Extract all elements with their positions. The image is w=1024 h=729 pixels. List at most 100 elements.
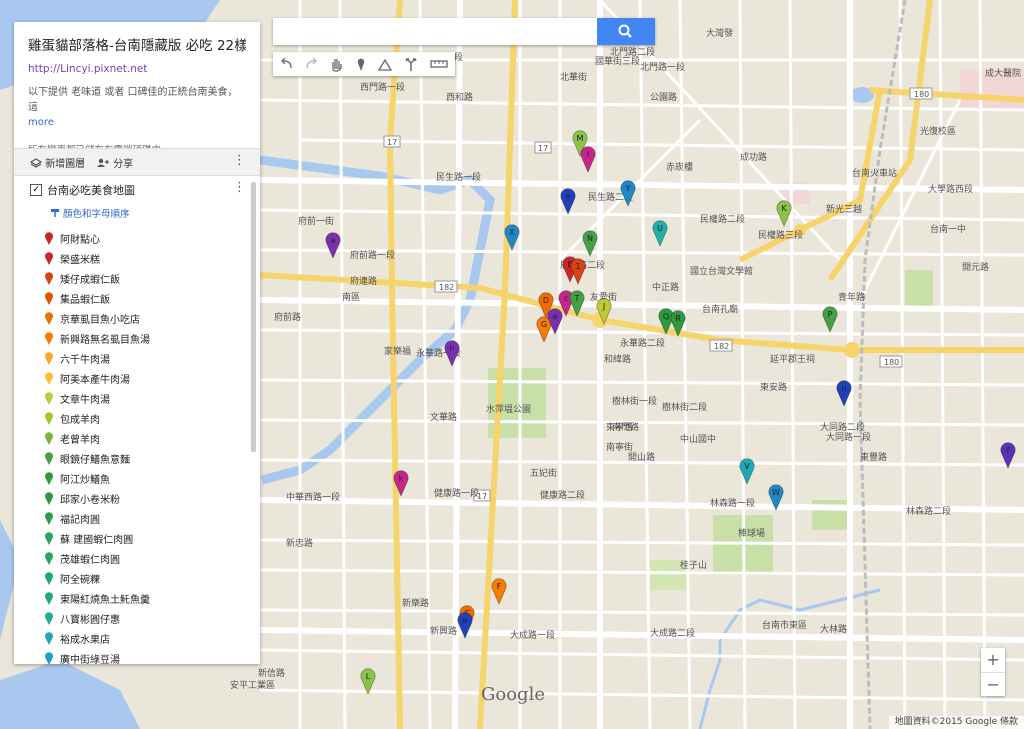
panel-more-icon[interactable]: ⋮ (233, 153, 246, 169)
add-marker-button[interactable] (349, 54, 373, 74)
map-street-label: 西和路 (446, 91, 473, 103)
map-pin-icon (45, 512, 53, 525)
place-name: 東陽紅燒魚土魠魚羹 (60, 595, 150, 606)
park-area (905, 270, 933, 308)
draw-line-icon (377, 58, 393, 71)
map-marker-letter: X (509, 228, 515, 237)
map-marker-letter: Y (625, 184, 631, 193)
map-marker-letter: J (602, 302, 605, 311)
more-link[interactable]: more (28, 117, 54, 128)
google-logo: Google (481, 684, 545, 705)
zoom-out-button[interactable]: − (981, 672, 1005, 697)
map-street-label: 新忠路 (286, 537, 313, 549)
map-street-label: 台南孔廟 (702, 303, 738, 315)
search-input[interactable] (279, 22, 593, 42)
svg-text:180: 180 (884, 358, 899, 367)
map-pin-icon (45, 252, 53, 265)
map-street-label: 台南火車站 (852, 167, 897, 179)
place-name: 文章牛肉湯 (60, 395, 110, 406)
map-pin-icon (45, 612, 53, 625)
map-street-label: 新興路 (430, 625, 457, 637)
map-marker-letter: Q (663, 312, 669, 321)
map-street-label: 台南一中 (930, 223, 966, 235)
add-layer-button[interactable]: 新增圖層 (29, 155, 85, 170)
map-pin-icon (45, 632, 53, 645)
map-pin-icon (45, 432, 53, 445)
map-pin-icon (45, 412, 53, 425)
search-icon (618, 24, 632, 38)
map-attribution[interactable]: 地圖資料©2015 Google 條款 (888, 716, 1024, 729)
svg-text:17: 17 (538, 144, 548, 153)
draw-line-button[interactable] (373, 54, 397, 74)
svg-text:180: 180 (914, 90, 929, 99)
map-street-label: 府前一街 (298, 215, 334, 227)
map-title[interactable]: 雞蛋貓部落格-台南隱藏版 必吃 22樣... (28, 34, 246, 54)
map-marker-letter: I (587, 150, 589, 159)
map-street-label: 南寧街 (606, 441, 633, 453)
map-street-label: 中華西路一段 (286, 491, 340, 503)
map-marker-letter: T (574, 294, 580, 303)
map-marker-letter: f (1007, 446, 1010, 455)
map-street-label: 公園路 (650, 91, 677, 103)
map-pin-icon (45, 352, 53, 365)
search-box[interactable] (273, 18, 655, 45)
map-street-label: 文華路 (430, 411, 457, 423)
map-street-label: 大成路二段 (650, 627, 695, 639)
svg-text:182: 182 (439, 283, 454, 292)
map-pin-icon (45, 592, 53, 605)
redo-icon (306, 57, 318, 69)
place-name: 福記肉圓 (60, 515, 100, 526)
panel-actions: 新增圖層 分享 ⋮ (14, 148, 260, 176)
layers-icon (29, 158, 43, 168)
redo-button[interactable] (299, 54, 323, 74)
map-marker-letter: h (449, 344, 454, 353)
layer-checkbox[interactable]: ✓ (30, 184, 42, 196)
place-name: 茂雄蝦仁肉圓 (60, 555, 120, 566)
pan-tool-button[interactable] (325, 54, 349, 74)
map-marker-letter: n (841, 384, 846, 393)
map-street-label: 民權路二段 (700, 213, 745, 225)
measure-button[interactable] (427, 54, 451, 74)
map-street-label: 中正路 (652, 281, 679, 293)
map-marker-letter: e (553, 312, 558, 321)
blog-link[interactable]: http://Lincyi.pixnet.net (28, 63, 246, 75)
map-pin-icon (45, 372, 53, 385)
map-street-label: 成功路 (740, 151, 767, 163)
panel-scrollbar[interactable] (251, 182, 256, 452)
map-pin-icon (45, 572, 53, 585)
undo-button[interactable] (275, 54, 299, 74)
map-street-label: 大灣發 (706, 27, 733, 39)
map-pin-icon (45, 492, 53, 505)
share-button[interactable]: 分享 (96, 155, 133, 170)
map-street-label: 健康路二段 (540, 489, 585, 501)
layer-style-link[interactable]: 顏色和字母順序 (50, 206, 130, 220)
map-marker-letter: a (331, 236, 336, 245)
map-street-label: 大學路西段 (928, 183, 973, 195)
map-street-label: 東安路 (760, 381, 787, 393)
map-street-label: 台南市東區 (762, 619, 807, 631)
map-marker-letter: c (564, 294, 568, 303)
search-button[interactable] (597, 18, 655, 45)
layer-more-icon[interactable]: ⋮ (233, 180, 246, 195)
map-marker-letter: D (543, 296, 549, 305)
place-name: 廣中街綠豆湯 (60, 655, 120, 664)
map-street-label: 和緯路 (604, 353, 631, 365)
map-pin-icon (45, 532, 53, 545)
directions-icon (405, 58, 417, 71)
place-name: 京華虱目魚小吃店 (60, 315, 140, 326)
map-marker-letter: e (566, 192, 571, 201)
ruler-icon (430, 60, 448, 68)
layer-title[interactable]: 台南必吃美食地圖 (47, 182, 135, 198)
roundabout (844, 342, 860, 358)
map-street-label: 延平郡王祠 (770, 353, 815, 365)
zoom-in-button[interactable]: + (981, 648, 1005, 672)
add-person-icon (97, 158, 109, 167)
map-street-label: 國立台灣文學館 (690, 265, 753, 277)
map-street-label: 水萍塭公園 (486, 403, 531, 415)
directions-button[interactable] (399, 54, 423, 74)
map-pin-icon (45, 292, 53, 305)
map-street-label: 南區 (342, 291, 360, 303)
map-marker-letter: N (587, 234, 593, 243)
map-marker-letter: R (675, 314, 681, 323)
map-pin-icon (45, 332, 53, 345)
